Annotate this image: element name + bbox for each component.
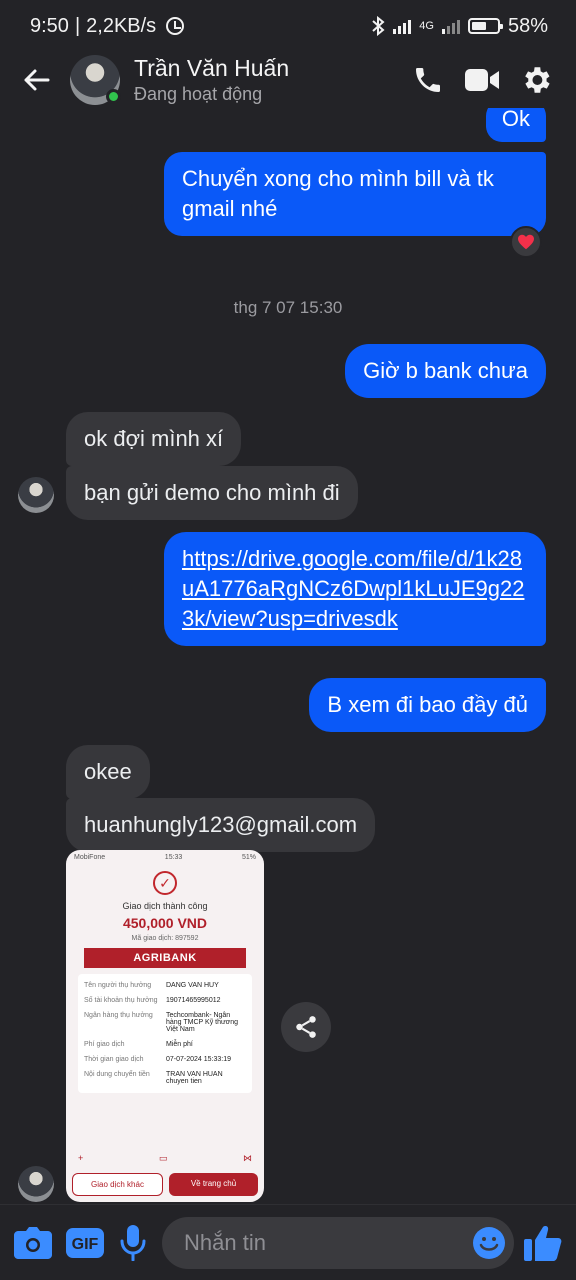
gear-icon <box>525 67 550 93</box>
emoji-icon <box>473 1226 505 1259</box>
bank-logo: AGRIBANK <box>84 948 246 968</box>
video-call-button[interactable] <box>464 62 500 98</box>
status-speed: 2,2KB/s <box>86 14 157 37</box>
battery-percent: 58% <box>507 14 548 37</box>
receipt-row: Phí giao dịch Miễn phí <box>84 1041 193 1048</box>
contact-name: Trần Văn Huấn <box>134 55 290 81</box>
like-button[interactable] <box>524 1221 562 1265</box>
message-bill[interactable]: Chuyển xong cho mình bill và tk gmail nh… <box>164 152 546 236</box>
svg-text:GIF: GIF <box>72 1236 99 1253</box>
receipt-battery: 51% <box>241 854 256 861</box>
message-okee[interactable]: okee <box>66 745 150 799</box>
contact-avatar-small[interactable] <box>18 1166 54 1202</box>
message-composer: GIF <box>0 1204 576 1280</box>
status-time: 9:50 <box>30 14 69 37</box>
receipt-amount: 450,000 VND <box>122 915 208 931</box>
receipt-time: 15:33 <box>164 854 183 861</box>
gif-button[interactable]: GIF <box>66 1221 104 1265</box>
message-see[interactable]: B xem đi bao đầy đủ <box>309 678 546 732</box>
camera-button[interactable] <box>14 1221 52 1265</box>
receipt-carrier: MobiFone <box>74 854 106 861</box>
mic-button[interactable] <box>118 1221 148 1265</box>
camera-icon <box>14 1226 52 1259</box>
message-timestamp: thg 7 07 15:30 <box>233 298 343 317</box>
emoji-button[interactable] <box>472 1226 506 1260</box>
thumbs-up-icon <box>524 1225 562 1261</box>
receipt-row: Số tài khoản thụ hưởng 19071465995012 <box>84 997 221 1004</box>
save-image-icon: ▭ <box>158 1153 168 1163</box>
online-indicator <box>106 89 121 104</box>
network-type: 4G <box>419 20 434 32</box>
contact-status: Đang hoạt động <box>134 84 263 104</box>
signal-icon <box>393 18 412 34</box>
receipt-home-button: Về trang chủ <box>169 1173 258 1196</box>
receipt-code: Mã giao dịch: 897592 <box>131 935 199 942</box>
receipt-other-button: Giao dịch khác <box>72 1173 163 1196</box>
phone-icon <box>416 68 440 92</box>
receipt-image[interactable]: MobiFone 15:33 51% ✓ Giao dịch thành côn… <box>66 850 264 1202</box>
gif-icon: GIF <box>66 1227 104 1258</box>
check-icon: ✓ <box>153 871 177 895</box>
add-person-icon: + <box>78 1153 84 1163</box>
video-icon <box>465 69 499 91</box>
mic-icon <box>120 1224 146 1261</box>
message-input[interactable] <box>184 1229 472 1256</box>
message-ok[interactable]: Ok <box>485 108 546 142</box>
receipt-title: Giao dịch thành công <box>122 901 208 911</box>
back-arrow-icon <box>24 69 50 91</box>
heart-icon <box>518 234 534 250</box>
alarm-icon <box>166 17 185 35</box>
call-button[interactable] <box>410 62 446 98</box>
message-thread[interactable]: Ok Chuyển xong cho mình bill và tk gmail… <box>0 108 576 1204</box>
battery-icon <box>467 18 503 34</box>
settings-button[interactable] <box>518 62 554 98</box>
receipt-row: Thời gian giao dịch 07-07-2024 15:33:19 <box>84 1056 231 1063</box>
share-receipt-icon: ⋈ <box>243 1153 252 1163</box>
bluetooth-icon <box>372 16 385 36</box>
message-wait[interactable]: ok đợi mình xí <box>66 412 242 466</box>
message-reaction[interactable] <box>510 226 542 258</box>
receipt-row: Tên người thụ hưởng DANG VAN HUY <box>84 982 219 989</box>
message-link[interactable]: https://drive.google.com/file/d/1k28uA17… <box>164 532 546 646</box>
receipt-row: Nội dung chuyển tiền TRAN VAN HUAN chuyen… <box>84 1071 223 1085</box>
contact-avatar-small[interactable] <box>18 477 54 513</box>
receipt-details: Tên người thụ hưởng DANG VAN HUY Số tài k… <box>78 974 252 1093</box>
status-bar: 9:50 | 2,2KB/s 4G 58% <box>30 14 548 37</box>
chat-header: Trần Văn Huấn Đang hoạt động <box>0 52 576 108</box>
contact-info[interactable]: Trần Văn Huấn Đang hoạt động <box>134 54 410 106</box>
message-input-container[interactable] <box>162 1216 514 1269</box>
message-email[interactable]: huanhungly123@gmail.com <box>66 798 376 852</box>
signal-icon-2 <box>441 18 460 34</box>
share-icon <box>296 1016 316 1038</box>
share-button[interactable] <box>281 1002 331 1052</box>
back-button[interactable] <box>6 52 66 108</box>
message-bank[interactable]: Giờ b bank chưa <box>345 344 546 398</box>
receipt-row: Ngân hàng thụ hưởng Techcombank- Ngân hàn… <box>84 1012 239 1033</box>
contact-avatar[interactable] <box>70 55 121 105</box>
message-demo[interactable]: bạn gửi demo cho mình đi <box>66 466 358 520</box>
